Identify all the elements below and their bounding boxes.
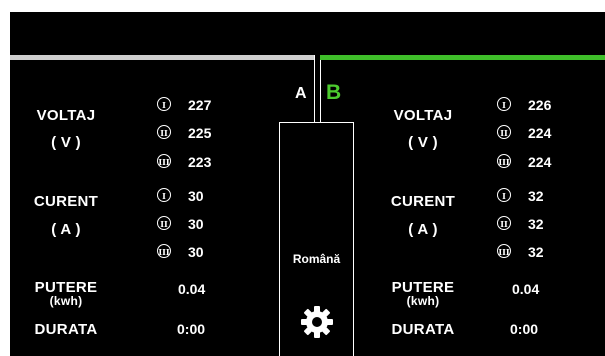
power-unit-label: (kwh) (406, 294, 440, 308)
phase-2-marker: II (497, 125, 511, 139)
duration-value: 0:00 (177, 321, 206, 337)
tab-connector-a[interactable]: A (295, 85, 307, 103)
duration-label: DURATA (34, 321, 98, 338)
phase-2-marker: II (157, 125, 171, 139)
phase-1-marker: I (497, 97, 511, 111)
phase-3-marker: III (157, 154, 171, 168)
phase-2-marker: II (157, 216, 171, 230)
duration-value: 0:00 (510, 321, 539, 337)
divider-line (320, 60, 321, 123)
voltage-phase-3-value: 223 (188, 154, 212, 170)
voltage-phase-2-value: 224 (528, 125, 552, 141)
current-unit-label: ( A ) (51, 221, 81, 238)
connector-a-status-bar (10, 55, 315, 60)
voltage-label: VOLTAJ (36, 107, 96, 124)
voltage-phase-1-value: 227 (188, 97, 212, 113)
current-phase-3-value: 32 (528, 244, 544, 260)
current-phase-3-value: 30 (188, 244, 204, 260)
voltage-unit-label: ( V ) (408, 134, 438, 151)
phase-2-marker: II (497, 216, 511, 230)
current-phase-2-value: 30 (188, 216, 204, 232)
current-unit-label: ( A ) (408, 221, 438, 238)
duration-label: DURATA (391, 321, 455, 338)
language-button[interactable]: Română (285, 252, 348, 266)
phase-3-marker: III (497, 244, 511, 258)
gear-icon[interactable] (299, 304, 335, 340)
connector-b-status-bar (320, 55, 605, 60)
voltage-label: VOLTAJ (393, 107, 453, 124)
power-value: 0.04 (178, 281, 206, 297)
phase-1-marker: I (157, 188, 171, 202)
current-phase-1-value: 30 (188, 188, 204, 204)
phase-1-marker: I (157, 97, 171, 111)
phase-3-marker: III (157, 244, 171, 258)
voltage-phase-3-value: 224 (528, 154, 552, 170)
voltage-phase-2-value: 225 (188, 125, 212, 141)
voltage-phase-1-value: 226 (528, 97, 552, 113)
phase-3-marker: III (497, 154, 511, 168)
voltage-unit-label: ( V ) (51, 134, 81, 151)
current-phase-2-value: 32 (528, 216, 544, 232)
charger-screen: A B Română VOLTAJ ( V ) I II III 227 225… (10, 12, 605, 356)
tab-connector-b[interactable]: B (326, 81, 341, 105)
power-unit-label: (kwh) (49, 294, 83, 308)
power-value: 0.04 (512, 281, 540, 297)
divider-line (314, 55, 315, 123)
current-label: CURENT (390, 193, 456, 210)
phase-1-marker: I (497, 188, 511, 202)
current-label: CURENT (33, 193, 99, 210)
current-phase-1-value: 32 (528, 188, 544, 204)
